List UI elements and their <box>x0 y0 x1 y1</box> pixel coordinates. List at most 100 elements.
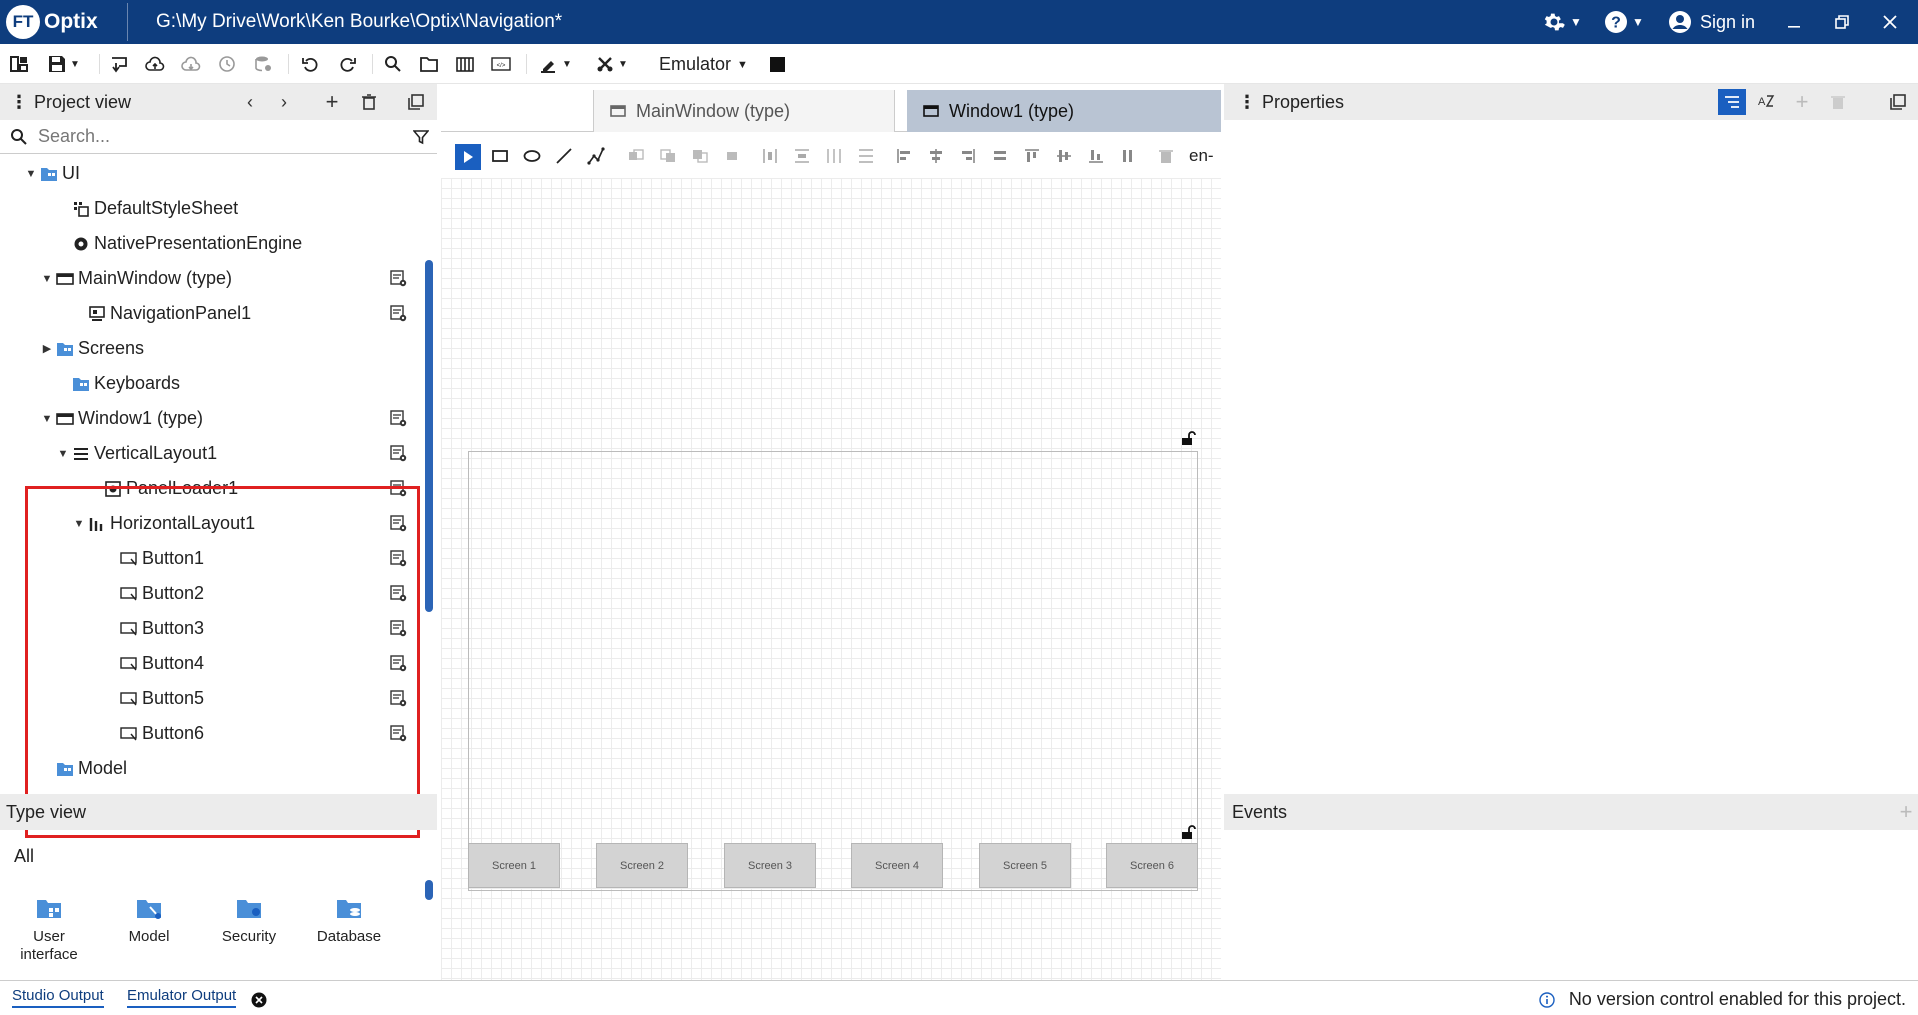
type-view-scrollbar[interactable] <box>425 880 433 900</box>
caret-right-icon[interactable]: ▶ <box>40 342 54 356</box>
space-vertical-tool[interactable] <box>855 145 877 167</box>
tree-item[interactable]: Button4 <box>0 646 420 681</box>
screen-button-2[interactable]: Screen 2 <box>596 843 688 888</box>
tree-item[interactable]: ▼ HorizontalLayout1 <box>0 506 420 541</box>
edit-type-icon[interactable] <box>390 410 407 427</box>
tree-item[interactable]: ▼ MainWindow (type) <box>0 261 420 296</box>
screen-button-6[interactable]: Screen 6 <box>1106 843 1198 888</box>
layout-toggle-button[interactable] <box>8 53 30 75</box>
caret-down-icon[interactable]: ▼ <box>40 412 54 426</box>
ellipse-tool[interactable] <box>521 145 543 167</box>
undo-button[interactable] <box>300 53 322 75</box>
history-button[interactable] <box>216 53 238 75</box>
chevron-left-icon[interactable]: ‹ <box>240 92 260 112</box>
design-canvas[interactable]: Screen 1 Screen 2 Screen 3 Screen 4 Scre… <box>441 178 1221 980</box>
open-folder-button[interactable] <box>418 53 440 75</box>
tools-menu-button[interactable]: ▼ <box>592 53 632 75</box>
delete-button[interactable] <box>1828 92 1848 112</box>
duplicate-button[interactable] <box>1888 92 1908 112</box>
caret-down-icon[interactable]: ▼ <box>24 167 38 181</box>
help-menu[interactable]: ? ▼ <box>1604 8 1644 36</box>
screen-button-1[interactable]: Screen 1 <box>468 843 560 888</box>
tab-emulator-output[interactable]: Emulator Output <box>127 987 237 1008</box>
bring-to-front-tool[interactable] <box>689 145 711 167</box>
tree-item[interactable]: Model <box>0 751 420 786</box>
redo-button[interactable] <box>336 53 358 75</box>
edit-type-icon[interactable] <box>390 480 407 497</box>
delete-tool[interactable] <box>1155 145 1177 167</box>
search-button[interactable] <box>382 53 404 75</box>
tree-item[interactable]: ▼ Window1 (type) <box>0 401 420 436</box>
unlock-icon[interactable] <box>1180 824 1196 840</box>
tree-item[interactable]: Button2 <box>0 576 420 611</box>
database-sync-button[interactable] <box>252 53 274 75</box>
add-icon[interactable]: + <box>1792 89 1812 114</box>
space-horizontal-tool[interactable] <box>823 145 845 167</box>
tree-item[interactable]: PanelLoader1 <box>0 471 420 506</box>
tree-item[interactable]: Button5 <box>0 681 420 716</box>
add-icon[interactable]: + <box>1896 799 1916 824</box>
tab-window1[interactable]: Window1 (type) <box>907 90 1221 132</box>
minimize-button[interactable] <box>1786 8 1802 36</box>
settings-menu[interactable]: ▼ <box>1542 8 1582 36</box>
panel-menu-icon[interactable]: ⋮ <box>10 92 28 113</box>
edit-type-icon[interactable] <box>390 585 407 602</box>
sort-alpha-button[interactable]: A <box>1756 92 1776 112</box>
pointer-tool[interactable] <box>455 144 481 170</box>
align-left-tool[interactable] <box>893 145 915 167</box>
tree-item[interactable]: Button1 <box>0 541 420 576</box>
type-filter[interactable]: All <box>14 846 34 867</box>
edit-type-icon[interactable] <box>390 620 407 637</box>
tree-item[interactable]: DefaultStyleSheet <box>0 191 420 226</box>
cloud-upload-button[interactable] <box>144 53 166 75</box>
tree-item[interactable]: NativePresentationEngine <box>0 226 420 261</box>
edit-type-icon[interactable] <box>390 305 407 322</box>
duplicate-button[interactable] <box>406 92 426 112</box>
screen-button-3[interactable]: Screen 3 <box>724 843 816 888</box>
type-item-database[interactable]: Database <box>304 894 394 946</box>
close-button[interactable] <box>1882 8 1898 36</box>
tree-item[interactable]: NavigationPanel1 <box>0 296 420 331</box>
tree-item[interactable]: Button3 <box>0 611 420 646</box>
close-circle-icon[interactable] <box>251 992 267 1008</box>
align-stretch-tool[interactable] <box>1117 145 1139 167</box>
caret-down-icon[interactable]: ▼ <box>56 447 70 461</box>
tree-item[interactable]: ▼ UI <box>0 156 420 191</box>
edit-type-icon[interactable] <box>390 270 407 287</box>
edit-type-icon[interactable] <box>390 690 407 707</box>
save-menu-button[interactable]: ▼ <box>44 53 84 75</box>
unlock-icon[interactable] <box>1180 430 1196 446</box>
edit-type-icon[interactable] <box>390 515 407 532</box>
align-top-tool[interactable] <box>1021 145 1043 167</box>
send-to-back-tool[interactable] <box>721 145 743 167</box>
distribute-vertical-tool[interactable] <box>791 145 813 167</box>
type-item-security[interactable]: Security <box>204 894 294 946</box>
align-center-tool[interactable] <box>925 145 947 167</box>
type-item-model[interactable]: Model <box>104 894 194 946</box>
align-right-tool[interactable] <box>957 145 979 167</box>
cloud-download-button[interactable] <box>180 53 202 75</box>
screen-button-4[interactable]: Screen 4 <box>851 843 943 888</box>
edit-type-icon[interactable] <box>390 655 407 672</box>
rectangle-tool[interactable] <box>489 145 511 167</box>
panel-menu-icon[interactable]: ⋮ <box>1238 92 1256 113</box>
caret-down-icon[interactable]: ▼ <box>72 517 86 531</box>
tree-item[interactable]: ▶ Screens <box>0 331 420 366</box>
type-item-user-interface[interactable]: User interface <box>4 894 94 964</box>
deploy-button[interactable] <box>108 53 130 75</box>
tab-mainwindow[interactable]: MainWindow (type) <box>593 90 895 132</box>
edit-type-icon[interactable] <box>390 725 407 742</box>
align-justify-tool[interactable] <box>989 145 1011 167</box>
line-tool[interactable] <box>553 145 575 167</box>
locale-selector[interactable]: en- <box>1189 146 1214 166</box>
script-editor-button[interactable]: </> <box>490 53 512 75</box>
bring-forward-tool[interactable] <box>625 145 647 167</box>
library-button[interactable] <box>454 53 476 75</box>
restore-button[interactable] <box>1834 8 1850 36</box>
tree-scrollbar[interactable] <box>425 260 433 612</box>
tree-item[interactable]: ▼ VerticalLayout1 <box>0 436 420 471</box>
search-input[interactable] <box>38 126 398 147</box>
add-icon[interactable]: + <box>322 89 342 114</box>
filter-icon[interactable] <box>413 129 429 145</box>
screen-button-5[interactable]: Screen 5 <box>979 843 1071 888</box>
